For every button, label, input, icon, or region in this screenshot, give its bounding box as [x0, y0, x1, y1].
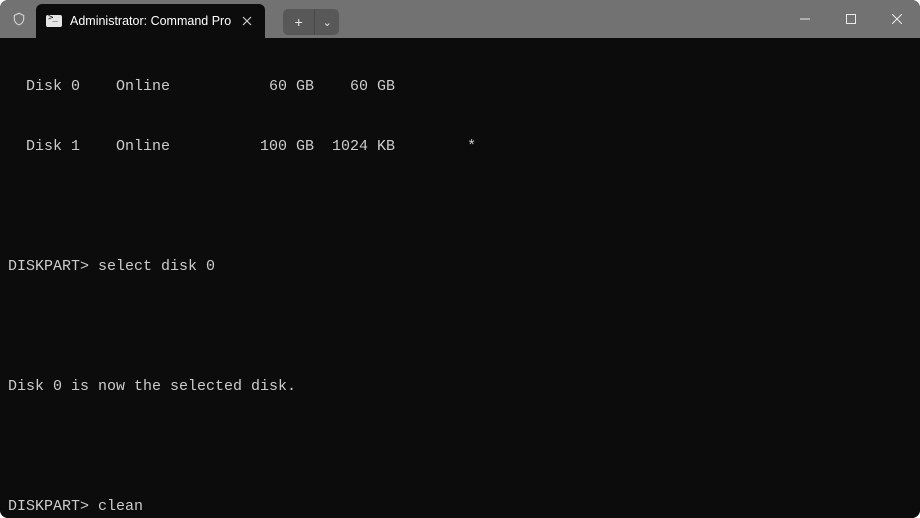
- blank-line: [8, 432, 912, 462]
- blank-line: [8, 312, 912, 342]
- window-controls: [782, 0, 920, 38]
- titlebar: Administrator: Command Pro + ⌄: [0, 0, 920, 38]
- prompt: DISKPART>: [8, 258, 98, 275]
- prompt-line: DISKPART> clean: [8, 492, 912, 518]
- blank-line: [8, 192, 912, 222]
- disk-row: Disk 1 Online 100 GB 1024 KB *: [8, 132, 912, 162]
- close-window-button[interactable]: [874, 0, 920, 38]
- tab-active[interactable]: Administrator: Command Pro: [36, 4, 265, 38]
- titlebar-left: Administrator: Command Pro + ⌄: [0, 0, 339, 38]
- tab-dropdown-button[interactable]: ⌄: [315, 9, 339, 35]
- new-tab-button[interactable]: +: [283, 9, 315, 35]
- terminal-window: Administrator: Command Pro + ⌄ Disk 0: [0, 0, 920, 518]
- cmd-clean: clean: [98, 498, 143, 515]
- prompt-line: DISKPART> select disk 0: [8, 252, 912, 282]
- tab-title: Administrator: Command Pro: [70, 14, 231, 28]
- cmd-select-disk: select disk 0: [98, 258, 215, 275]
- disk-row: Disk 0 Online 60 GB 60 GB: [8, 72, 912, 102]
- tab-actions: + ⌄: [283, 3, 339, 35]
- close-tab-icon[interactable]: [239, 13, 255, 29]
- terminal-body[interactable]: Disk 0 Online 60 GB 60 GB Disk 1 Online …: [0, 38, 920, 518]
- cmd-icon: [46, 15, 62, 27]
- shield-icon: [12, 11, 26, 27]
- minimize-button[interactable]: [782, 0, 828, 38]
- maximize-button[interactable]: [828, 0, 874, 38]
- prompt: DISKPART>: [8, 498, 98, 515]
- output-line: Disk 0 is now the selected disk.: [8, 372, 912, 402]
